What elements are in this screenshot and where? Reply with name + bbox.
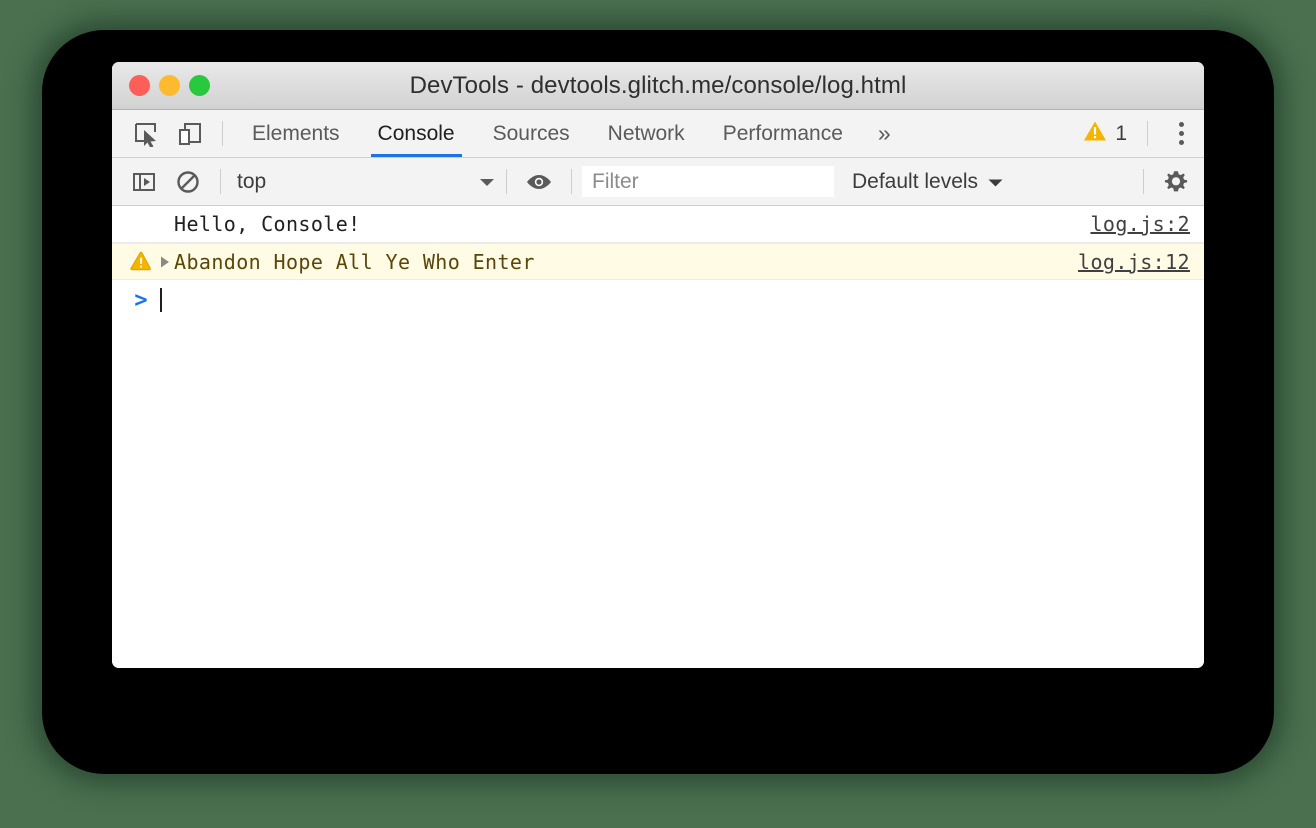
- main-menu-kebab-icon[interactable]: [1158, 110, 1204, 157]
- console-message-source-link[interactable]: log.js:2: [1090, 212, 1192, 236]
- toolbar-divider-3: [571, 169, 572, 194]
- warning-count-label: 1: [1115, 121, 1127, 145]
- console-prompt-row[interactable]: >: [112, 280, 1204, 320]
- warning-triangle-icon: [1083, 120, 1107, 148]
- console-message-row[interactable]: Abandon Hope All Ye Who Enter log.js:12: [112, 243, 1204, 280]
- execution-context-value: top: [237, 169, 267, 193]
- more-tabs-label: »: [877, 120, 891, 146]
- tab-label: Console: [377, 121, 455, 145]
- title-bar: DevTools - devtools.glitch.me/console/lo…: [112, 62, 1204, 110]
- filter-placeholder: Filter: [592, 169, 639, 193]
- tab-label: Elements: [252, 121, 340, 145]
- filter-input[interactable]: Filter: [582, 166, 834, 197]
- expand-message-triangle-icon[interactable]: [156, 255, 174, 269]
- maximize-window-button[interactable]: [189, 75, 210, 96]
- inspect-element-icon[interactable]: [124, 110, 168, 157]
- gear-icon[interactable]: [1154, 158, 1198, 205]
- traffic-lights: [129, 62, 210, 109]
- tab-console[interactable]: Console: [359, 110, 474, 157]
- device-toolbar-icon[interactable]: [168, 110, 212, 157]
- window-title: DevTools - devtools.glitch.me/console/lo…: [409, 71, 907, 99]
- console-message-list[interactable]: Hello, Console! log.js:2 Abandon Hope Al…: [112, 206, 1204, 668]
- log-levels-label: Default levels: [852, 169, 979, 193]
- minimize-window-button[interactable]: [159, 75, 180, 96]
- console-message-row[interactable]: Hello, Console! log.js:2: [112, 206, 1204, 243]
- log-levels-dropdown[interactable]: Default levels: [834, 158, 1022, 205]
- console-message-text: Hello, Console!: [174, 212, 361, 236]
- prompt-text-caret: [160, 288, 162, 312]
- toolbar-divider-4: [1143, 169, 1144, 194]
- prompt-chevron-icon: >: [134, 287, 148, 313]
- console-sidebar-icon[interactable]: [122, 158, 166, 205]
- toolbar-divider-2: [506, 169, 507, 194]
- toolbar-divider-1: [220, 169, 221, 194]
- execution-context-dropdown[interactable]: top: [231, 158, 496, 205]
- tab-network[interactable]: Network: [589, 110, 704, 157]
- more-tabs-chevron-icon[interactable]: »: [862, 110, 907, 157]
- console-message-source-link[interactable]: log.js:12: [1078, 250, 1192, 274]
- devtools-window: DevTools - devtools.glitch.me/console/lo…: [112, 62, 1204, 668]
- tabbar-spacer: [907, 110, 1080, 157]
- console-message-text: Abandon Hope All Ye Who Enter: [174, 249, 535, 274]
- clear-console-icon[interactable]: [166, 158, 210, 205]
- tabbar-divider-right: [1147, 121, 1148, 146]
- warning-count-button[interactable]: 1: [1079, 110, 1137, 157]
- tab-sources[interactable]: Sources: [474, 110, 589, 157]
- console-toolbar-spacer: [1022, 158, 1133, 205]
- tab-performance[interactable]: Performance: [704, 110, 862, 157]
- devtools-tab-bar: Elements Console Sources Network Perform…: [112, 110, 1204, 158]
- live-expression-eye-icon[interactable]: [517, 158, 561, 205]
- tabbar-divider: [222, 121, 223, 146]
- console-toolbar: top Filter Default levels: [112, 158, 1204, 206]
- close-window-button[interactable]: [129, 75, 150, 96]
- chevron-down-icon: [478, 170, 496, 194]
- warning-triangle-icon: [126, 251, 156, 272]
- tab-label: Network: [607, 121, 685, 145]
- chevron-down-icon: [987, 170, 1004, 194]
- tab-label: Performance: [722, 121, 843, 145]
- tab-elements[interactable]: Elements: [233, 110, 359, 157]
- tab-label: Sources: [492, 121, 570, 145]
